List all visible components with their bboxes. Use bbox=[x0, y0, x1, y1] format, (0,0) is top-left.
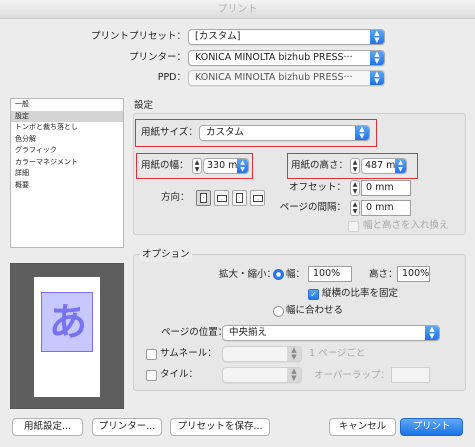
chevron-updown-icon: ▲ ▼ bbox=[395, 159, 406, 173]
preview-paper: あ bbox=[34, 277, 100, 397]
overlap-field[interactable] bbox=[391, 367, 430, 383]
ppd-select[interactable]: KONICA MINOLTA bizhub PRESS··· ▲ ▼ bbox=[188, 70, 385, 86]
thumbnail-select[interactable]: ▲ ▼ bbox=[222, 346, 302, 362]
page-setup-button[interactable]: 用紙設定... bbox=[12, 418, 83, 436]
thumbnail-label: サムネール： bbox=[160, 348, 217, 359]
sidebar-item-advanced[interactable]: 詳細 bbox=[11, 168, 123, 180]
reverse-portrait-icon: · bbox=[236, 193, 243, 203]
chevron-updown-icon: ▲ ▼ bbox=[370, 30, 384, 44]
preview-glyph: あ bbox=[48, 300, 87, 344]
scale-width-radio-label: 幅： bbox=[286, 269, 306, 280]
orientation-reverse-portrait-button[interactable]: · bbox=[232, 190, 247, 206]
page-position-select[interactable]: 中央揃え ▲ ▼ bbox=[222, 325, 440, 341]
paper-size-value: カスタム bbox=[206, 127, 245, 138]
portrait-icon: · bbox=[200, 193, 207, 203]
swap-dimensions-label: 幅と高さを入れ換え bbox=[363, 220, 449, 231]
chevron-updown-icon: ▲ ▼ bbox=[355, 126, 369, 140]
ppd-label: PPD： bbox=[157, 72, 186, 83]
paper-width-field[interactable]: 330 mm ▲ ▼ bbox=[203, 158, 249, 174]
swap-dimensions-checkbox[interactable] bbox=[348, 221, 359, 232]
scale-label: 拡大・縮小： bbox=[219, 269, 277, 280]
paper-height-field[interactable]: 487 mm ▲ ▼ bbox=[361, 158, 407, 174]
page-gap-field[interactable]: 0 mm bbox=[361, 200, 411, 216]
overlap-label: オーバーラップ： bbox=[314, 370, 390, 381]
offset-label: オフセット： bbox=[288, 182, 346, 193]
page-gap-stepper[interactable]: ▲ ▼ bbox=[350, 200, 360, 216]
category-list: 一般 設定 トンボと裁ち落とし 色分解 グラフィック カラーマネジメント 詳細 … bbox=[10, 98, 124, 248]
paper-size-select[interactable]: カスタム ▲ ▼ bbox=[199, 125, 370, 141]
orientation-portrait-button[interactable]: · bbox=[196, 190, 211, 206]
preview-page-bounds: あ bbox=[41, 292, 93, 352]
sidebar-item-summary[interactable]: 概要 bbox=[11, 180, 123, 192]
print-dialog: プリント プリントプリセット： [カスタム] ▲ ▼ プリンター： KONICA … bbox=[0, 0, 475, 447]
thumbnail-checkbox[interactable] bbox=[146, 349, 157, 360]
page-position-label: ページの位置： bbox=[161, 327, 228, 338]
sidebar-item-graphics[interactable]: グラフィック bbox=[11, 145, 123, 157]
chevron-updown-icon: ▲ ▼ bbox=[425, 326, 439, 340]
sidebar-item-color-management[interactable]: カラーマネジメント bbox=[11, 157, 123, 169]
fit-width-radio[interactable] bbox=[273, 306, 284, 317]
print-button[interactable]: プリント bbox=[400, 418, 463, 436]
page-position-value: 中央揃え bbox=[229, 327, 268, 338]
offset-stepper[interactable]: ▲ ▼ bbox=[350, 180, 360, 196]
landscape-icon: · bbox=[217, 195, 227, 203]
scale-width-field[interactable]: 100% bbox=[308, 266, 352, 282]
paper-width-stepper[interactable]: ▲ ▼ bbox=[192, 158, 202, 174]
tile-checkbox[interactable] bbox=[146, 370, 157, 381]
print-preview: あ bbox=[10, 263, 124, 409]
title-bar: プリント bbox=[0, 0, 475, 19]
chevron-updown-icon: ▲ ▼ bbox=[370, 51, 384, 65]
printer-value: KONICA MINOLTA bizhub PRESS··· bbox=[195, 52, 353, 63]
orientation-landscape-button[interactable]: · bbox=[214, 190, 229, 206]
preset-label: プリントプリセット： bbox=[90, 31, 186, 42]
page-gap-label: ページの間隔： bbox=[279, 202, 346, 213]
preset-select[interactable]: [カスタム] ▲ ▼ bbox=[188, 29, 385, 45]
printer-label: プリンター： bbox=[128, 52, 186, 63]
chevron-updown-icon: ▲ ▼ bbox=[287, 347, 301, 361]
cancel-button[interactable]: キャンセル bbox=[329, 418, 396, 436]
scale-width-radio[interactable] bbox=[273, 269, 284, 280]
sidebar-item-general[interactable]: 一般 bbox=[11, 99, 123, 111]
sidebar-item-separations[interactable]: 色分解 bbox=[11, 134, 123, 146]
preset-value: [カスタム] bbox=[195, 31, 241, 42]
chevron-updown-icon: ▲ ▼ bbox=[287, 368, 301, 382]
settings-section-title: 設定 bbox=[134, 100, 154, 111]
offset-field[interactable]: 0 mm bbox=[361, 180, 411, 196]
sidebar-item-setup[interactable]: 設定 bbox=[11, 110, 123, 122]
save-preset-button[interactable]: プリセットを保存... bbox=[170, 418, 270, 436]
orientation-label: 方向： bbox=[161, 192, 190, 203]
options-section-title: オプション bbox=[140, 248, 192, 262]
thumbnail-suffix: 1 ページごと bbox=[309, 348, 366, 359]
paper-height-stepper[interactable]: ▲ ▼ bbox=[350, 158, 360, 174]
chevron-updown-icon: ▲ ▼ bbox=[370, 71, 384, 85]
paper-height-label: 用紙の高さ： bbox=[291, 160, 349, 171]
sidebar-item-marks-bleed[interactable]: トンボと裁ち落とし bbox=[11, 122, 123, 134]
printer-button[interactable]: プリンター... bbox=[92, 418, 162, 436]
scale-height-field[interactable]: 100% bbox=[397, 266, 430, 282]
tile-label: タイル： bbox=[160, 369, 199, 380]
chevron-updown-icon: ▲ ▼ bbox=[237, 159, 248, 173]
paper-size-label: 用紙サイズ： bbox=[141, 127, 198, 138]
keep-ratio-label: 縦横の比率を固定 bbox=[322, 288, 399, 299]
keep-ratio-checkbox[interactable]: ✓ bbox=[308, 289, 319, 300]
scale-height-label: 高さ： bbox=[369, 269, 398, 280]
fit-width-label: 幅に合わせる bbox=[286, 305, 344, 316]
tile-select[interactable]: ▲ ▼ bbox=[222, 367, 302, 383]
printer-select[interactable]: KONICA MINOLTA bizhub PRESS··· ▲ ▼ bbox=[188, 50, 385, 66]
ppd-value: KONICA MINOLTA bizhub PRESS··· bbox=[195, 72, 353, 83]
paper-width-label: 用紙の幅： bbox=[141, 160, 189, 171]
